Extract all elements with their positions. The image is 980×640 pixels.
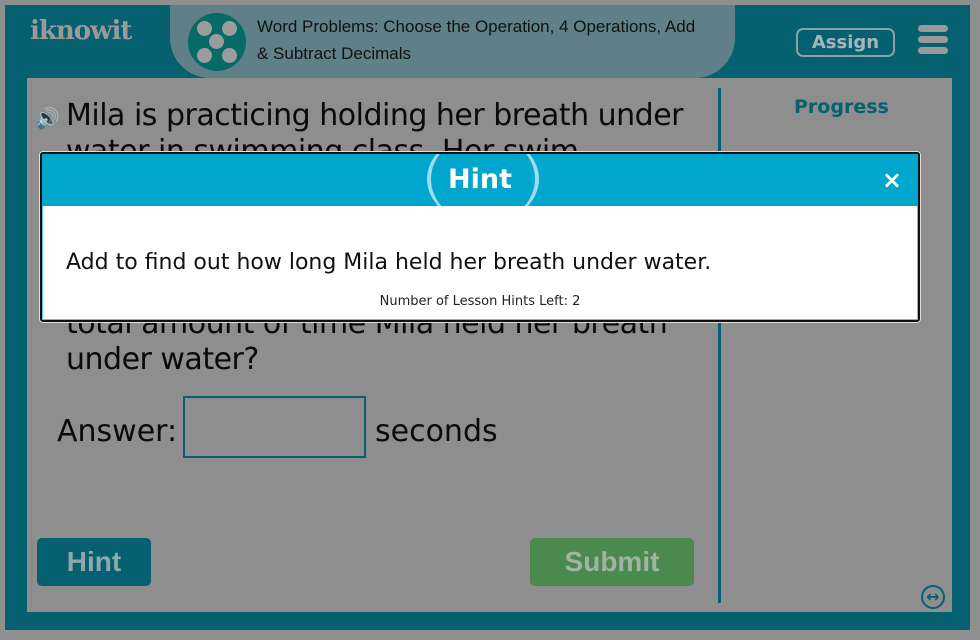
hint-button[interactable]: Hint (37, 538, 151, 586)
hints-left: Number of Lesson Hints Left: 2 (379, 294, 581, 309)
hint-modal: Hint × Add to find out how long Mila hel… (40, 152, 920, 322)
lesson-title: Word Problems: Choose the Operation, 4 O… (257, 17, 696, 63)
modal-header: Hint × (42, 154, 918, 206)
answer-input[interactable] (183, 396, 366, 458)
lesson-icon (188, 13, 246, 71)
modal-body: Add to find out how long Mila held her b… (42, 206, 918, 320)
speaker-icon[interactable]: 🔊 (35, 106, 60, 130)
answer-label: Answer: (57, 414, 178, 449)
hint-text: Add to find out how long Mila held her b… (66, 250, 712, 275)
modal-title: Hint (448, 164, 512, 195)
hamburger-icon[interactable] (918, 25, 948, 58)
question-line: Mila is practicing holding her breath un… (66, 98, 684, 133)
close-icon[interactable]: × (882, 166, 902, 194)
submit-button[interactable]: Submit (530, 538, 694, 586)
units-label: seconds (375, 414, 498, 449)
expand-icon[interactable]: ↔ (921, 585, 945, 609)
assign-button[interactable]: Assign (796, 28, 895, 57)
logo[interactable]: iknowit (30, 16, 132, 46)
progress-label: Progress (794, 96, 889, 118)
